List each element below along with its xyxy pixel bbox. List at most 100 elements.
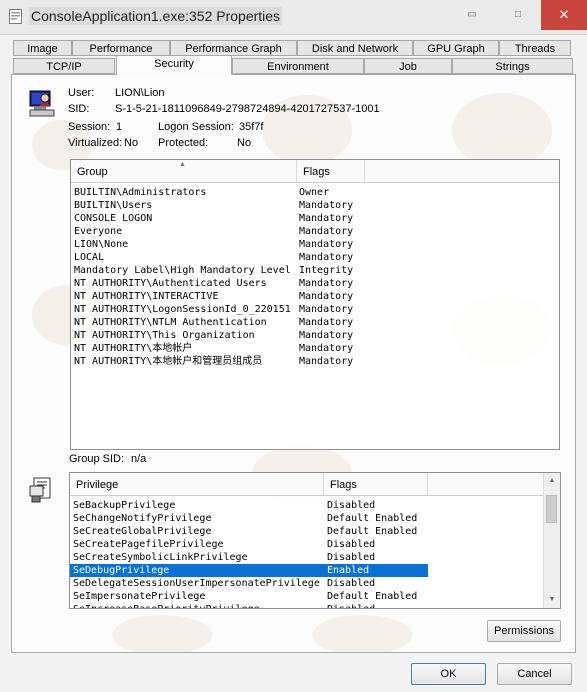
privilege-row[interactable]: SeCreateGlobalPrivilege Default Enabled xyxy=(70,525,428,538)
privilege-row[interactable]: SeDebugPrivilege Enabled xyxy=(70,564,428,577)
privilege-row[interactable]: SeCreateSymbolicLinkPrivilege Disabled xyxy=(70,551,428,564)
group-row[interactable]: Mandatory Label\High Mandatory Level Inte… xyxy=(71,264,559,277)
privilege-flags: Default Enabled xyxy=(327,526,418,537)
group-row[interactable]: Everyone Mandatory xyxy=(71,225,559,238)
protected-value: No xyxy=(237,137,252,149)
tab-performance-graph[interactable]: Performance Graph xyxy=(170,40,297,56)
close-button[interactable]: ✕ xyxy=(541,0,587,30)
tab-strings[interactable]: Strings xyxy=(452,58,573,74)
group-name: NT AUTHORITY\Authenticated Users xyxy=(74,278,267,289)
session-value: 1 xyxy=(116,121,123,133)
privilege-flags: Enabled xyxy=(327,565,370,576)
group-name: BUILTIN\Administrators xyxy=(74,187,207,198)
tab-image[interactable]: Image xyxy=(13,40,72,56)
privilege-name: SeBackupPrivilege xyxy=(73,500,176,511)
privilege-name: SeIncreaseBasePriorityPrivilege xyxy=(73,603,260,608)
group-row[interactable]: BUILTIN\Administrators Owner xyxy=(71,186,559,199)
minimize-button[interactable]: ▭ xyxy=(449,0,495,30)
logon-session-value: 35f7f xyxy=(239,121,264,133)
group-row[interactable]: NT AUTHORITY\NTLM Authentication Mandator… xyxy=(71,316,559,329)
group-row[interactable]: NT AUTHORITY\INTERACTIVE Mandatory xyxy=(71,290,559,303)
maximize-button[interactable]: □ xyxy=(495,0,541,30)
privileges-scrollbar[interactable]: ▲ ▼ xyxy=(543,473,560,608)
group-column-header[interactable]: Group ▲ xyxy=(71,160,297,182)
group-row[interactable]: NT AUTHORITY\This Organization Mandatory xyxy=(71,329,559,342)
privilege-row[interactable]: SeCreatePagefilePrivilege Disabled xyxy=(70,538,428,551)
group-name: Everyone xyxy=(74,226,123,237)
privilege-name: SeImpersonatePrivilege xyxy=(73,591,206,602)
privilege-flags: Disabled xyxy=(327,578,376,589)
groups-header: Group ▲ Flags xyxy=(71,160,559,183)
group-flags: Mandatory xyxy=(299,304,354,315)
group-name: NT AUTHORITY\本地帐户和管理员组成员 xyxy=(74,356,263,367)
app-icon xyxy=(9,9,22,24)
group-name: LION\None xyxy=(74,239,129,250)
logon-session-label: Logon Session: xyxy=(158,121,234,133)
window-title: ConsoleApplication1.exe:352 Properties xyxy=(29,7,283,25)
group-column-label: Group xyxy=(77,166,108,178)
group-row[interactable]: NT AUTHORITY\本地帐户 Mandatory xyxy=(71,342,559,355)
privilege-column-header[interactable]: Privilege xyxy=(70,473,324,495)
group-row[interactable]: NT AUTHORITY\LogonSessionId_0_220151 Mand… xyxy=(71,303,559,316)
group-row[interactable]: LION\None Mandatory xyxy=(71,238,559,251)
group-row[interactable]: NT AUTHORITY\本地帐户和管理员组成员 Mandatory xyxy=(71,355,559,368)
scroll-down-icon[interactable]: ▼ xyxy=(544,592,560,608)
group-row[interactable]: NT AUTHORITY\Authenticated Users Mandator… xyxy=(71,277,559,290)
groups-list[interactable]: Group ▲ Flags BUILTIN\Administrators Owne… xyxy=(70,159,560,450)
tab-job[interactable]: Job xyxy=(364,58,452,74)
group-flags: Mandatory xyxy=(299,226,354,237)
permissions-button[interactable]: Permissions xyxy=(487,620,561,642)
tab-environment[interactable]: Environment xyxy=(232,58,364,74)
protected-label: Protected: xyxy=(158,137,209,149)
security-panel: User: LION\Lion SID: S-1-5-21-1811096849… xyxy=(11,74,576,653)
user-value: LION\Lion xyxy=(115,87,165,99)
tab-performance[interactable]: Performance xyxy=(72,40,170,56)
user-label: User: xyxy=(68,87,95,99)
scroll-up-icon[interactable]: ▲ xyxy=(544,473,560,489)
privilege-flags: Disabled xyxy=(327,603,375,608)
tab-disk-and-network[interactable]: Disk and Network xyxy=(297,40,413,56)
group-row[interactable]: BUILTIN\Users Mandatory xyxy=(71,199,559,212)
tab-threads[interactable]: Threads xyxy=(499,40,571,56)
group-name: NT AUTHORITY\NTLM Authentication xyxy=(74,317,267,328)
group-row[interactable]: CONSOLE LOGON Mandatory xyxy=(71,212,559,225)
ok-button[interactable]: OK xyxy=(411,663,486,685)
tab-tcp-ip[interactable]: TCP/IP xyxy=(13,58,115,74)
privilege-flags-column-header[interactable]: Flags xyxy=(324,473,428,495)
background-art xyxy=(312,615,412,652)
background-art xyxy=(452,93,552,168)
privilege-row[interactable]: SeImpersonatePrivilege Default Enabled xyxy=(70,590,428,603)
privilege-name: SeCreateSymbolicLinkPrivilege xyxy=(73,552,248,563)
privilege-flags: Disabled xyxy=(327,500,376,511)
privileges-list[interactable]: Privilege Flags SeBackupPrivilege Disable… xyxy=(69,472,561,609)
tab-gpu-graph[interactable]: GPU Graph xyxy=(413,40,499,56)
group-name: BUILTIN\Users xyxy=(74,200,153,211)
privilege-name: SeChangeNotifyPrivilege xyxy=(73,513,212,524)
privilege-row[interactable]: SeChangeNotifyPrivilege Default Enabled xyxy=(70,512,428,525)
group-flags: Mandatory xyxy=(299,343,354,354)
privilege-flags: Default Enabled xyxy=(327,591,418,602)
privileges-header: Privilege Flags xyxy=(70,473,560,496)
virtualized-value: No xyxy=(124,137,139,149)
privilege-name: SeCreateGlobalPrivilege xyxy=(73,526,212,537)
sid-label: SID: xyxy=(68,103,90,115)
privilege-row[interactable]: SeDelegateSessionUserImpersonatePrivileg… xyxy=(70,577,428,590)
privilege-flags: Disabled xyxy=(327,539,376,550)
group-row[interactable]: LOCAL Mandatory xyxy=(71,251,559,264)
group-sid-label: Group SID: xyxy=(69,453,125,465)
privilege-certificate-icon xyxy=(29,477,51,503)
group-name: NT AUTHORITY\This Organization xyxy=(74,330,255,341)
group-flags: Mandatory xyxy=(299,356,354,367)
sid-value: S-1-5-21-1811096849-2798724894-420172753… xyxy=(115,103,380,115)
flags-column-header[interactable]: Flags xyxy=(297,160,365,182)
tab-security[interactable]: Security xyxy=(116,55,232,75)
privilege-row[interactable]: SeIncreaseBasePriorityPrivilege Disabled xyxy=(70,603,428,608)
privilege-row[interactable]: SeBackupPrivilege Disabled xyxy=(70,499,428,512)
group-flags: Mandatory xyxy=(299,213,354,224)
privilege-name: SeDelegateSessionUserImpersonatePrivileg… xyxy=(73,578,320,589)
cancel-button[interactable]: Cancel xyxy=(497,663,572,685)
group-flags: Mandatory xyxy=(299,200,354,211)
virtualized-label: Virtualized: xyxy=(68,137,123,149)
scroll-thumb[interactable] xyxy=(546,495,557,523)
group-name: NT AUTHORITY\LogonSessionId_0_220151 xyxy=(74,304,291,315)
